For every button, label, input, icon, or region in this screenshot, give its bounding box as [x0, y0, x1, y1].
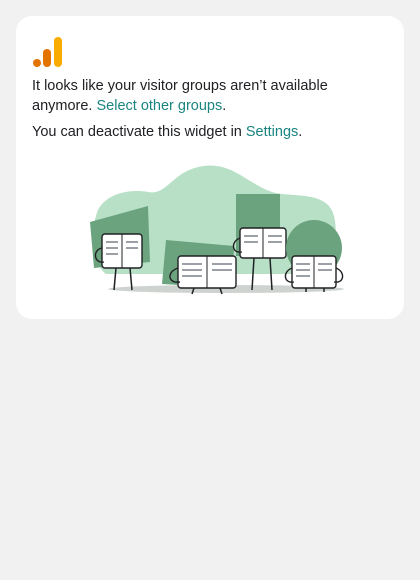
- deactivate-widget-message: You can deactivate this widget in Settin…: [32, 122, 388, 142]
- deactivate-text: You can deactivate this widget in: [32, 124, 242, 140]
- settings-link[interactable]: Settings: [246, 124, 298, 140]
- period: .: [298, 124, 303, 140]
- select-other-groups-link[interactable]: Select other groups: [96, 98, 222, 114]
- analytics-logo-icon: [33, 37, 62, 67]
- unavailable-groups-message: It looks like your visitor groups aren’t…: [32, 76, 388, 116]
- widget-message: It looks like your visitor groups aren’t…: [32, 76, 388, 148]
- people-reading-newspapers-illustration: [90, 165, 344, 295]
- period: .: [222, 98, 227, 114]
- visitor-groups-widget-card: It looks like your visitor groups aren’t…: [16, 16, 404, 319]
